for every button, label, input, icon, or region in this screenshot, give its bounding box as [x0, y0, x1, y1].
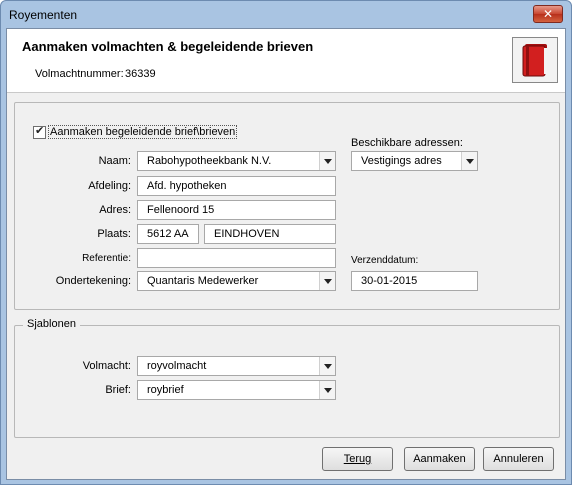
dialog-header: Aanmaken volmachten & begeleidende briev… — [7, 29, 565, 93]
ship-date-field[interactable]: 30-01-2015 — [351, 271, 478, 291]
dialog-window: Royementen ✕ Aanmaken volmachten & begel… — [0, 0, 572, 485]
chevron-down-icon[interactable] — [319, 272, 335, 290]
create-letters-label[interactable]: Aanmaken begeleidende brief\brieven — [48, 125, 238, 139]
department-value: Afd. hypotheken — [147, 180, 227, 192]
signature-label: Ondertekening: — [55, 275, 131, 287]
ship-date-value: 30-01-2015 — [361, 275, 418, 287]
poa-template-label: Volmacht: — [82, 360, 131, 372]
city-value: EINDHOVEN — [214, 228, 280, 240]
department-field[interactable]: Afd. hypotheken — [137, 176, 336, 196]
reference-field[interactable] — [137, 248, 336, 268]
header-image-frame — [512, 37, 558, 83]
poa-number-value: 36339 — [125, 68, 156, 80]
address-label: Adres: — [99, 204, 131, 216]
poa-template-value: royvolmacht — [147, 360, 207, 372]
create-letters-checkbox[interactable] — [33, 124, 46, 139]
signature-select[interactable]: Quantaris Medewerker — [137, 271, 336, 291]
red-book-icon — [522, 44, 547, 77]
address-field[interactable]: Fellenoord 15 — [137, 200, 336, 220]
close-button[interactable]: ✕ — [533, 5, 563, 23]
signature-select-value: Quantaris Medewerker — [147, 275, 259, 287]
letter-template-select[interactable]: roybrief — [137, 380, 336, 400]
reference-label: Referentie: — [82, 253, 131, 264]
cancel-button-label: Annuleren — [493, 453, 544, 465]
name-label: Naam: — [98, 155, 131, 167]
back-button-label: Terug — [343, 453, 372, 465]
cancel-button[interactable]: Annuleren — [483, 447, 554, 471]
ship-date-label: Verzenddatum: — [351, 255, 419, 266]
chevron-down-icon[interactable] — [319, 381, 335, 399]
letter-template-label: Brief: — [105, 384, 131, 396]
back-button[interactable]: Terug — [322, 447, 393, 471]
name-select-value: Rabohypotheekbank N.V. — [147, 155, 272, 167]
title-bar[interactable]: Royementen ✕ — [1, 1, 571, 29]
available-addresses-value: Vestigings adres — [361, 155, 442, 167]
create-button[interactable]: Aanmaken — [404, 447, 475, 471]
window-title: Royementen — [9, 8, 78, 22]
dialog-body: Aanmaken volmachten & begeleidende briev… — [6, 28, 566, 480]
create-button-label: Aanmaken — [413, 453, 466, 465]
poa-number-label: Volmachtnummer: — [35, 68, 124, 80]
department-label: Afdeling: — [88, 180, 131, 192]
available-addresses-label: Beschikbare adressen: — [351, 137, 463, 149]
poa-template-select[interactable]: royvolmacht — [137, 356, 336, 376]
close-icon: ✕ — [542, 7, 554, 21]
templates-legend: Sjablonen — [23, 318, 80, 330]
chevron-down-icon[interactable] — [461, 152, 477, 170]
letter-template-value: roybrief — [147, 384, 184, 396]
city-label: Plaats: — [97, 228, 131, 240]
available-addresses-select[interactable]: Vestigings adres — [351, 151, 478, 171]
city-field[interactable]: EINDHOVEN — [204, 224, 336, 244]
postcode-field[interactable]: 5612 AA — [137, 224, 199, 244]
name-select[interactable]: Rabohypotheekbank N.V. — [137, 151, 336, 171]
page-title: Aanmaken volmachten & begeleidende briev… — [22, 39, 314, 54]
chevron-down-icon[interactable] — [319, 357, 335, 375]
chevron-down-icon[interactable] — [319, 152, 335, 170]
postcode-value: 5612 AA — [147, 228, 189, 240]
address-value: Fellenoord 15 — [147, 204, 215, 216]
